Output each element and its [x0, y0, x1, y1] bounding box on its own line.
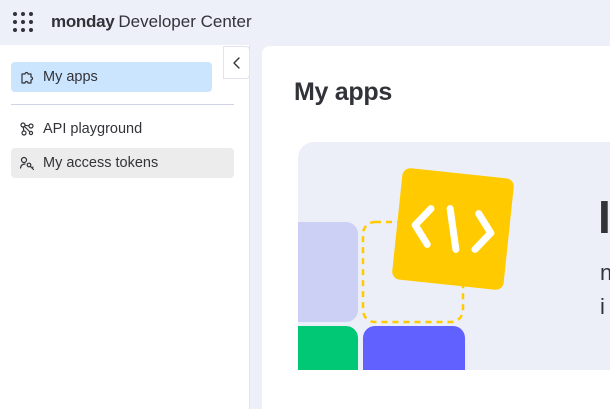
- app-grid-icon[interactable]: [13, 12, 33, 32]
- collapse-sidebar-button[interactable]: [223, 46, 250, 79]
- banner-heading: I: [598, 191, 610, 243]
- welcome-banner: I n i: [298, 142, 610, 370]
- sidebar-divider: [11, 104, 234, 105]
- sidebar-item-label: My apps: [43, 69, 98, 85]
- code-icon: [392, 168, 514, 290]
- green-tile: [298, 326, 358, 370]
- banner-illustration: [298, 168, 514, 370]
- sidebar: [0, 45, 250, 409]
- sidebar-item-label: API playground: [43, 121, 143, 137]
- sidebar-item-api-playground[interactable]: API playground: [11, 114, 212, 144]
- sidebar-item-my-access-tokens[interactable]: My access tokens: [11, 148, 234, 178]
- key-user-icon: [19, 155, 35, 171]
- puzzle-icon: [19, 69, 35, 85]
- chevron-left-icon: [232, 56, 240, 69]
- sidebar-item-label: My access tokens: [43, 155, 159, 171]
- api-nodes-icon: [19, 121, 35, 137]
- brand-logo-text: monday: [51, 12, 115, 31]
- top-bar: monday Developer Center: [0, 0, 610, 45]
- page-title: My apps: [294, 78, 392, 106]
- main-content: My apps I n i: [262, 46, 610, 409]
- blue-tile: [363, 326, 465, 370]
- lavender-tile: [298, 222, 358, 322]
- sidebar-item-my-apps[interactable]: My apps: [11, 62, 212, 92]
- banner-description-line-2: i: [600, 294, 605, 319]
- brand-subtitle: Developer Center: [118, 12, 252, 31]
- brand-title: monday Developer Center: [51, 11, 252, 33]
- banner-description-line-1: n: [600, 260, 610, 285]
